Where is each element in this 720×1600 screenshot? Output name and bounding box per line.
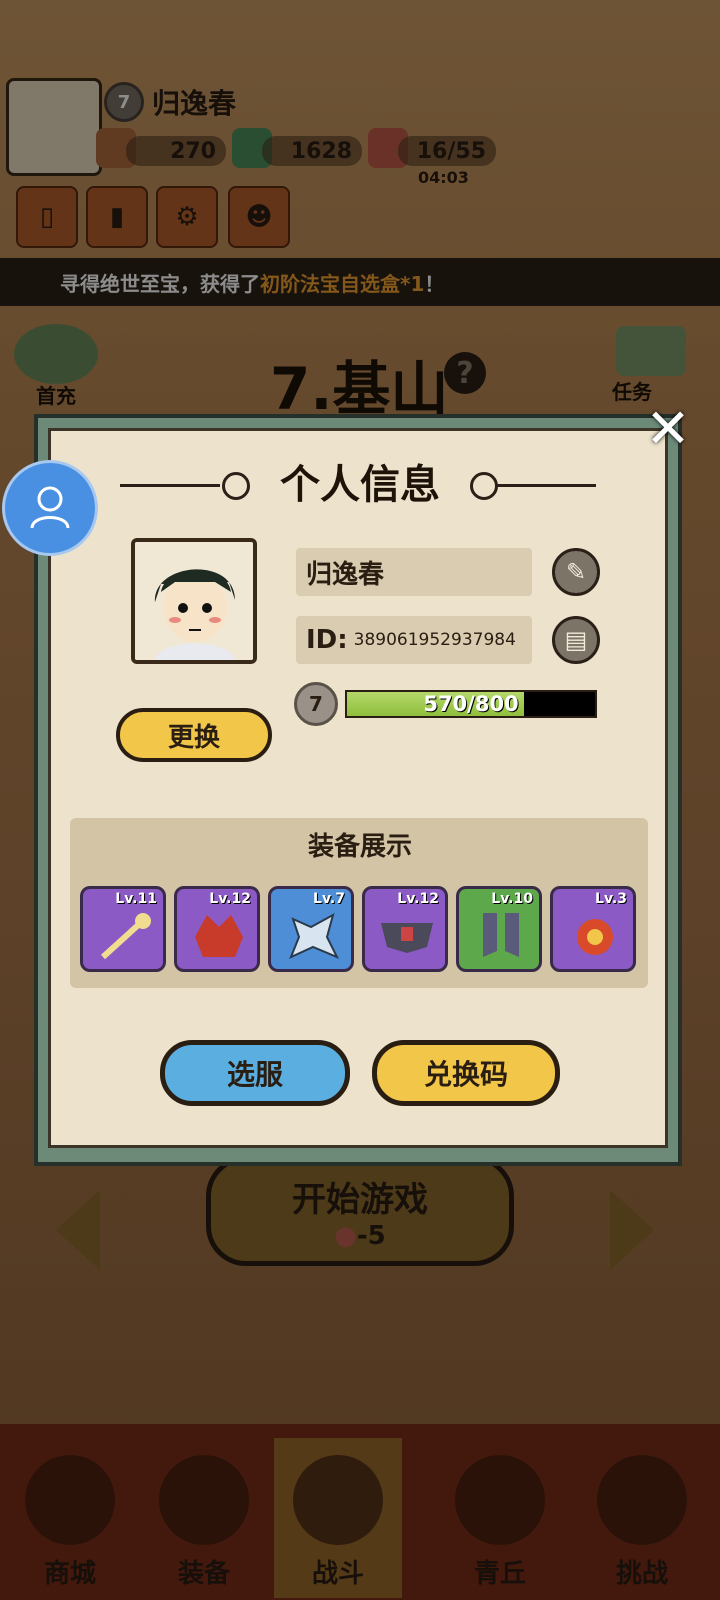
redeem-code-button[interactable]: 兑换码 [372,1040,560,1106]
dialog-title: 个人信息 [280,462,440,508]
profile-portrait [131,538,257,664]
xp-progress-bar: 570/800 [345,690,597,718]
equipment-slot-6[interactable]: Lv.3 [550,886,636,972]
swirl-icon-right [470,472,498,500]
boots-icon [483,913,519,957]
copy-id-icon[interactable]: ▤ [552,616,600,664]
equipment-slot-2[interactable]: Lv.12 [174,886,260,972]
armor-icon [289,912,340,959]
id-field: ID: 389061952937984 [296,616,532,664]
equipment-slot-4[interactable]: Lv.12 [362,886,448,972]
equipment-level: Lv.7 [313,891,345,907]
belt-icon [381,923,433,953]
edit-name-icon[interactable]: ✎ [552,548,600,596]
orb-icon [577,919,613,955]
name-field: 归逸春 [296,548,532,596]
id-label: ID: [306,625,348,655]
equipment-level: Lv.12 [209,891,251,907]
equipment-level: Lv.10 [491,891,533,907]
profile-level-badge: 7 [294,682,338,726]
equipment-title: 装备展示 [307,832,412,862]
dialog-panel [48,428,668,1148]
profile-dialog [34,414,682,1166]
helmet-icon [195,915,243,957]
equipment-slot-1[interactable]: Lv.11 [80,886,166,972]
staff-icon [100,913,151,960]
title-divider-right [496,484,596,487]
equipment-slot-3[interactable]: Lv.7 [268,886,354,972]
floating-user-icon[interactable] [2,460,98,556]
id-value: 389061952937984 [353,630,516,650]
equipment-slot-5[interactable]: Lv.10 [456,886,542,972]
xp-progress-text: 570/800 [423,692,519,716]
change-avatar-button[interactable]: 更换 [116,708,272,762]
equipment-level: Lv.3 [595,891,627,907]
close-icon[interactable]: ✕ [642,397,694,460]
equipment-level: Lv.11 [115,891,157,907]
select-server-button[interactable]: 选服 [160,1040,350,1106]
equipment-level: Lv.12 [397,891,439,907]
